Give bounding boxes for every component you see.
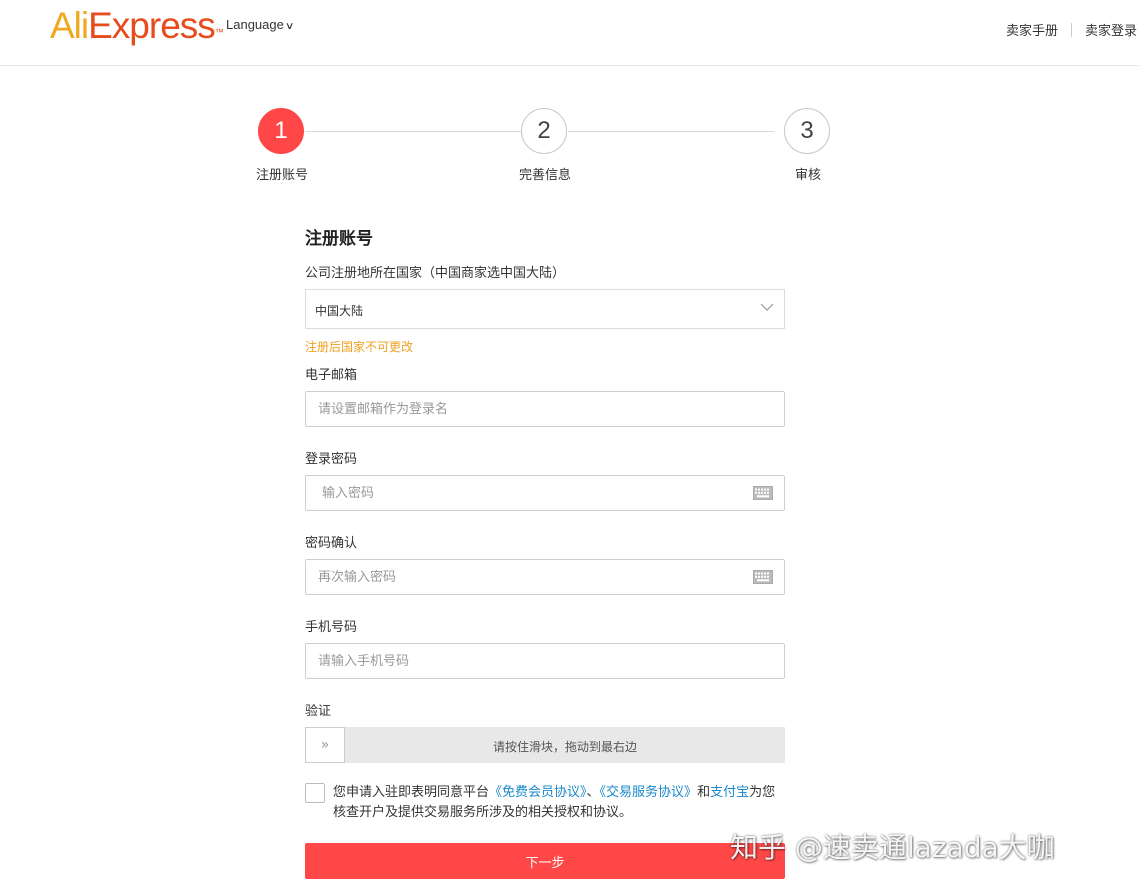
seller-handbook-link[interactable]: 卖家手册: [1006, 24, 1058, 39]
email-field[interactable]: [305, 391, 785, 427]
step-1-label: 注册账号: [255, 168, 309, 183]
verify-label: 验证: [305, 704, 332, 719]
agreement-prefix: 您申请入驻即表明同意平台: [333, 785, 490, 800]
logo-express: Express: [88, 5, 216, 46]
keyboard-icon[interactable]: [753, 570, 773, 584]
confirm-password-label: 密码确认: [305, 536, 358, 551]
form-title: 注册账号: [305, 229, 373, 249]
chevron-down-icon: ∨: [284, 21, 295, 32]
slider-handle[interactable]: »: [305, 727, 345, 763]
step-3-circle: 3: [784, 108, 830, 154]
slider-instruction: 请按住滑块，拖动到最右边: [492, 740, 637, 754]
chevron-down-icon: [760, 303, 774, 311]
seller-login-link[interactable]: 卖家登录: [1085, 24, 1137, 39]
aliexpress-logo[interactable]: AliExpress™: [50, 4, 224, 48]
password-label: 登录密码: [305, 452, 358, 467]
top-links: 卖家手册 卖家登录: [1006, 20, 1137, 39]
step-connector: [305, 131, 521, 132]
free-member-agreement-link[interactable]: 《免费会员协议》: [489, 785, 587, 800]
language-label: Language: [226, 17, 284, 32]
phone-label: 手机号码: [305, 620, 358, 635]
trade-service-agreement-link[interactable]: 《交易服务协议》: [600, 785, 698, 800]
password-field[interactable]: [305, 475, 785, 511]
step-1-circle: 1: [258, 108, 304, 154]
email-label: 电子邮箱: [305, 368, 358, 383]
next-step-button[interactable]: 下一步: [305, 843, 785, 879]
watermark: 知乎 @速卖通lazada大咖: [730, 831, 1055, 864]
step-2-label: 完善信息: [518, 168, 572, 183]
country-select[interactable]: 中国大陆: [305, 289, 785, 329]
agreement-text: 您申请入驻即表明同意平台《免费会员协议》、《交易服务协议》和支付宝为您核查开户及…: [333, 783, 785, 823]
step-connector: [568, 131, 774, 132]
agreement-and: 和: [697, 785, 711, 800]
confirm-password-field[interactable]: [305, 559, 785, 595]
country-hint: 注册后国家不可更改: [305, 340, 414, 354]
agreement-checkbox[interactable]: [305, 783, 325, 803]
country-value: 中国大陆: [315, 304, 364, 318]
top-header: AliExpress™ Language∨ 卖家手册 卖家登录: [0, 0, 1139, 66]
step-2-circle: 2: [521, 108, 567, 154]
agreement-separator: 、: [586, 785, 600, 800]
logo-tm: ™: [214, 27, 224, 37]
logo-ali: Ali: [50, 5, 89, 46]
keyboard-icon[interactable]: [753, 486, 773, 500]
slider-captcha: » 请按住滑块，拖动到最右边: [305, 727, 785, 763]
country-label: 公司注册地所在国家（中国商家选中国大陆）: [305, 266, 566, 281]
alipay-link[interactable]: 支付宝: [710, 785, 749, 800]
step-3-label: 审核: [794, 168, 822, 183]
divider: [1070, 23, 1072, 37]
language-selector[interactable]: Language∨: [226, 17, 295, 32]
phone-field[interactable]: [305, 643, 785, 679]
